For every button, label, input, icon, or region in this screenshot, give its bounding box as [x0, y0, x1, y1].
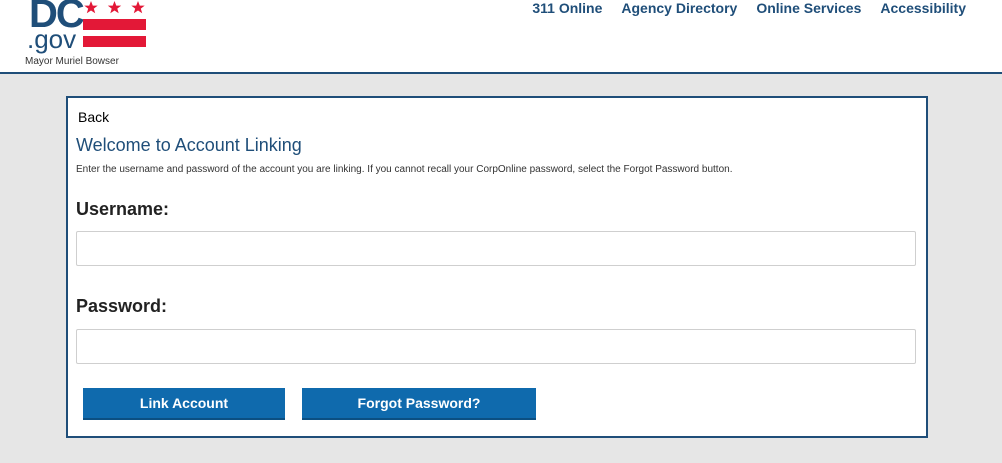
link-account-button[interactable]: Link Account [83, 388, 285, 420]
back-link[interactable]: Back [78, 109, 109, 125]
username-input[interactable] [76, 231, 916, 266]
flag-bar-top [83, 19, 146, 30]
instructions-text: Enter the username and password of the a… [76, 164, 733, 175]
mayor-tagline: Mayor Muriel Bowser [25, 56, 119, 67]
nav-link-311-online[interactable]: 311 Online [532, 0, 602, 18]
username-label: Username: [76, 199, 170, 219]
flag-star-icon [107, 1, 122, 14]
dc-gov-logo[interactable]: DC .gov Mayor Muriel Bowser [25, 0, 150, 70]
nav-link-agency-directory[interactable]: Agency Directory [621, 0, 737, 18]
flag-star-icon [84, 1, 98, 14]
nav-link-online-services[interactable]: Online Services [756, 0, 861, 18]
nav-link-accessibility[interactable]: Accessibility [880, 0, 966, 18]
flag-bar-bottom [83, 36, 146, 47]
dc-flag-icon [83, 1, 146, 47]
password-input[interactable] [76, 329, 916, 364]
top-nav: 311 Online Agency Directory Online Servi… [532, 0, 966, 18]
password-label: Password: [76, 296, 168, 316]
logo-gov-text: .gov [27, 24, 77, 54]
page-title: Welcome to Account Linking [76, 135, 302, 155]
account-linking-panel: Back Welcome to Account Linking Enter th… [66, 96, 928, 438]
forgot-password-button[interactable]: Forgot Password? [302, 388, 536, 420]
site-header: DC .gov Mayor Muriel Bowser 311 Online A… [0, 0, 1002, 74]
flag-star-icon [131, 1, 145, 14]
